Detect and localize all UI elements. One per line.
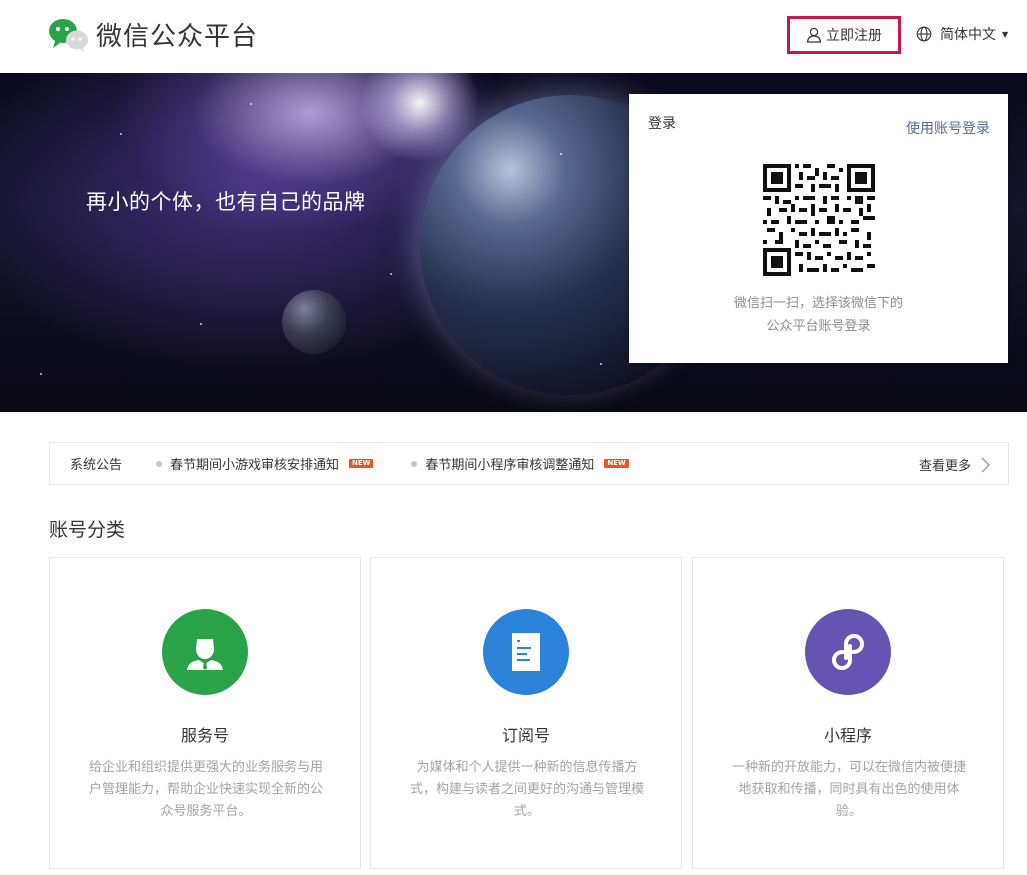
notice-item-text: 春节期间小程序审核调整通知 [425, 458, 595, 473]
login-panel: 登录 使用账号登录 微信扫一扫，选择该微信下的 公众平台账号登录 [629, 94, 1008, 363]
bullet-icon [411, 460, 418, 467]
account-login-link[interactable]: 使用账号登录 [906, 118, 990, 138]
login-title: 登录 [648, 116, 676, 132]
user-icon [806, 27, 822, 43]
qr-code [763, 164, 875, 276]
logo-title: 微信公众平台 [96, 22, 259, 52]
moon-image [282, 290, 346, 354]
miniprogram-icon [805, 609, 891, 695]
language-label: 简体中文 [940, 27, 996, 43]
logo[interactable]: 微信公众平台 [48, 16, 258, 53]
person-icon [162, 609, 248, 695]
new-badge: NEW [349, 459, 374, 468]
banner-slogan: 再小的个体，也有自己的品牌 [86, 190, 366, 214]
globe-icon [916, 26, 932, 42]
notice-label: 系统公告 [70, 458, 123, 473]
caret-down-icon: ▼ [1002, 29, 1009, 39]
qr-tip-line1: 微信扫一扫，选择该微信下的 [733, 296, 903, 311]
view-more-link[interactable]: 查看更多 [919, 455, 990, 474]
notice-item-text: 春节期间小游戏审核安排通知 [170, 458, 340, 473]
miniprogram-card[interactable]: 小程序 一种新的开放能力，可以在微信内被便捷地获取和传播，同时具有出色的使用体验… [692, 557, 1004, 869]
notice-item[interactable]: 春节期间小程序审核调整通知 NEW [411, 454, 629, 473]
service-account-card[interactable]: 服务号 给企业和组织提供更强大的业务服务与用户管理能力，帮助企业快速实现全新的公… [49, 557, 361, 869]
qr-tip-line2: 公众平台账号登录 [766, 319, 871, 334]
qr-tip: 微信扫一扫，选择该微信下的 公众平台账号登录 [629, 292, 1008, 338]
register-link[interactable]: 立即注册 [806, 25, 882, 45]
subscription-account-card[interactable]: 订阅号 为媒体和个人提供一种新的信息传播方式，构建与读者之间更好的沟通与管理模式… [370, 557, 682, 869]
wechat-logo-icon [48, 18, 90, 52]
bullet-icon [156, 460, 162, 467]
card-title: 服务号 [180, 726, 229, 745]
language-selector[interactable]: 简体中文 ▼ [916, 24, 1008, 44]
view-more-label: 查看更多 [918, 459, 971, 474]
card-title: 订阅号 [501, 726, 550, 745]
section-title: 账号分类 [49, 519, 126, 541]
notice-item[interactable]: 春节期间小游戏审核安排通知 NEW [156, 454, 374, 473]
notice-bar: 系统公告 春节期间小游戏审核安排通知 NEW 春节期间小程序审核调整通知 NEW… [49, 442, 1009, 485]
chevron-right-icon [981, 457, 990, 472]
card-desc: 一种新的开放能力，可以在微信内被便捷地获取和传播，同时具有出色的使用体验。 [731, 760, 966, 819]
new-badge: NEW [604, 459, 629, 468]
card-desc: 为媒体和个人提供一种新的信息传播方式，构建与读者之间更好的沟通与管理模式。 [409, 760, 644, 819]
card-desc: 给企业和组织提供更强大的业务服务与用户管理能力，帮助企业快速实现全新的公众号服务… [88, 760, 323, 819]
register-label: 立即注册 [826, 28, 882, 44]
top-header: 微信公众平台 立即注册 简体中文 ▼ [0, 0, 1027, 73]
card-title: 小程序 [823, 726, 872, 745]
register-highlight: 立即注册 [787, 16, 901, 54]
document-icon [483, 609, 569, 695]
